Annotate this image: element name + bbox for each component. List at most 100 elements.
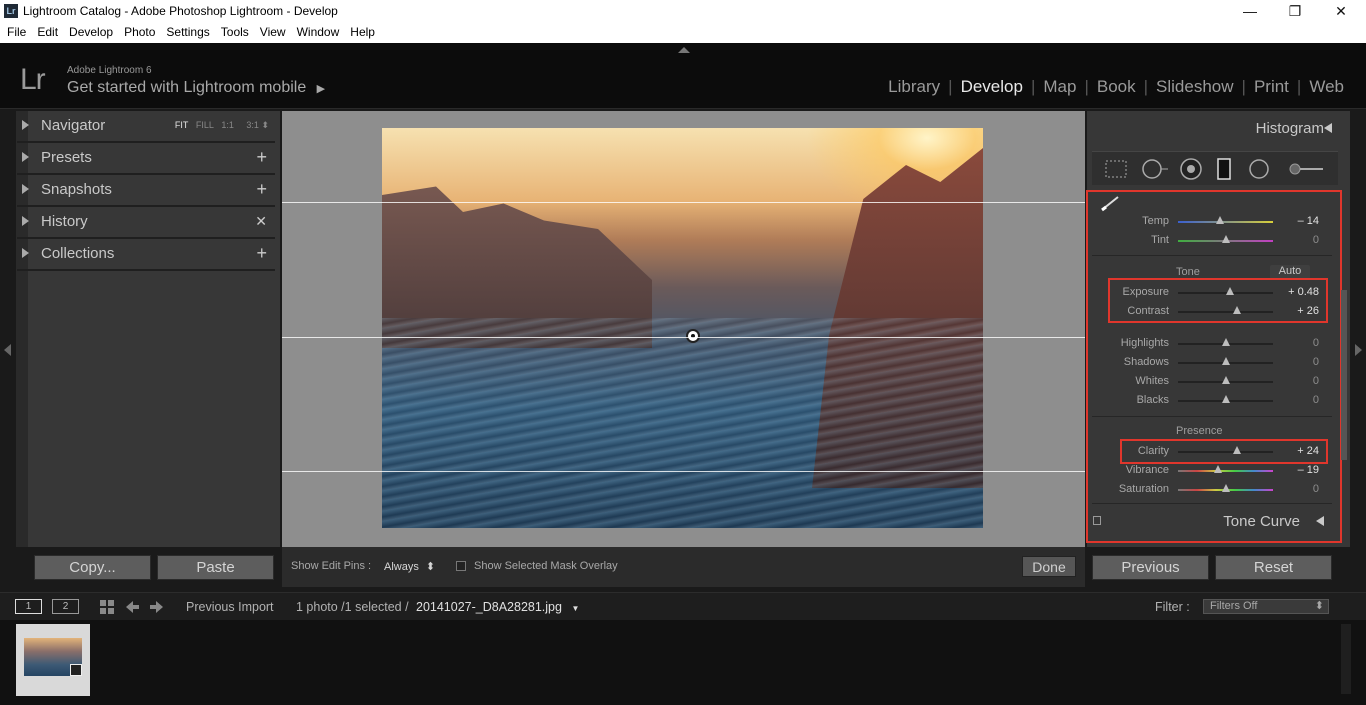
clear-history-icon[interactable]: ✕ bbox=[255, 213, 267, 230]
show-edit-pins-select[interactable]: Always ⬍ bbox=[384, 560, 435, 573]
copy-settings-button[interactable]: Copy... bbox=[34, 555, 151, 580]
add-preset-icon[interactable]: + bbox=[256, 147, 267, 168]
paste-settings-button[interactable]: Paste bbox=[157, 555, 274, 580]
module-slideshow[interactable]: Slideshow bbox=[1148, 77, 1242, 96]
show-edit-pins-label: Show Edit Pins : bbox=[291, 560, 372, 572]
close-button[interactable]: ✕ bbox=[1318, 1, 1364, 23]
zoom-1-1[interactable]: 1:1 bbox=[221, 120, 234, 130]
histogram-collapse-icon[interactable] bbox=[1324, 123, 1332, 133]
zoom-3-1[interactable]: 3:1 bbox=[246, 120, 259, 130]
done-button[interactable]: Done bbox=[1022, 556, 1076, 577]
collections-header[interactable]: Collections + bbox=[17, 239, 275, 271]
snapshots-header[interactable]: Snapshots + bbox=[17, 175, 275, 207]
mask-overlay-label[interactable]: Show Selected Mask Overlay bbox=[474, 560, 618, 572]
crop-overlay-icon[interactable] bbox=[1104, 158, 1128, 180]
module-web[interactable]: Web bbox=[1301, 77, 1352, 96]
title-bar: Lr Lightroom Catalog - Adobe Photoshop L… bbox=[0, 0, 1366, 23]
show-edit-pins-value: Always bbox=[384, 561, 419, 573]
basic-panel-highlight bbox=[1086, 190, 1342, 543]
radial-filter-icon[interactable] bbox=[1247, 158, 1271, 180]
lightroom-app-icon: Lr bbox=[4, 4, 18, 18]
grid-view-icon[interactable] bbox=[99, 599, 115, 615]
disclosure-triangle-icon bbox=[22, 216, 29, 226]
dropdown-arrow-icon: ▼ bbox=[571, 604, 580, 613]
history-label: History bbox=[41, 213, 88, 230]
add-collection-icon[interactable]: + bbox=[256, 243, 267, 264]
collapse-top-panel-icon[interactable] bbox=[678, 47, 690, 53]
navigator-header[interactable]: Navigator FIT FILL 1:1 3:1 ⬍ bbox=[17, 111, 275, 143]
collapse-right-panel-icon[interactable] bbox=[1355, 344, 1362, 356]
module-separator: | bbox=[948, 77, 953, 96]
filter-label: Filter : bbox=[1155, 600, 1190, 614]
filter-stepper-icon: ⬍ bbox=[1314, 600, 1324, 612]
navigator-zoom-options: FIT FILL 1:1 3:1 ⬍ bbox=[175, 120, 269, 131]
menu-help[interactable]: Help bbox=[346, 23, 379, 41]
histogram-title[interactable]: Histogram bbox=[1256, 120, 1324, 137]
menu-photo[interactable]: Photo bbox=[120, 23, 159, 41]
menu-bar: File Edit Develop Photo Settings Tools View Win… bbox=[0, 23, 1366, 43]
photo-venice-canal[interactable] bbox=[382, 128, 983, 528]
forward-arrow-icon[interactable] bbox=[149, 599, 165, 615]
graduated-filter-line-bottom[interactable] bbox=[282, 471, 1085, 472]
module-map[interactable]: Map bbox=[1035, 77, 1084, 96]
module-library[interactable]: Library bbox=[880, 77, 948, 96]
source-label[interactable]: Previous Import bbox=[186, 600, 274, 614]
menu-file[interactable]: File bbox=[3, 23, 30, 41]
collapse-left-panel-icon[interactable] bbox=[4, 344, 11, 356]
menu-develop[interactable]: Develop bbox=[65, 23, 117, 41]
menu-view[interactable]: View bbox=[256, 23, 290, 41]
graduated-filter-pin-icon[interactable] bbox=[686, 329, 700, 343]
menu-window[interactable]: Window bbox=[293, 23, 344, 41]
module-print[interactable]: Print bbox=[1246, 77, 1297, 96]
menu-edit[interactable]: Edit bbox=[33, 23, 62, 41]
filename-menu[interactable]: 20141027-_D8A28281.jpg ▼ bbox=[416, 600, 579, 614]
module-develop[interactable]: Develop bbox=[953, 77, 1031, 96]
disclosure-triangle-icon bbox=[22, 184, 29, 194]
play-arrow-icon: ▶ bbox=[316, 83, 326, 95]
right-panel-scrollbar[interactable] bbox=[1341, 290, 1347, 460]
graduated-filter-icon[interactable] bbox=[1214, 158, 1234, 180]
minimize-button[interactable]: — bbox=[1227, 1, 1273, 23]
history-header[interactable]: History ✕ bbox=[17, 207, 275, 239]
edit-toolbar: Show Edit Pins : Always ⬍ Show Selected … bbox=[282, 547, 1085, 587]
disclosure-triangle-icon bbox=[22, 248, 29, 258]
zoom-fit[interactable]: FIT bbox=[175, 120, 189, 130]
module-header: Lr Adobe Lightroom 6 Get started with Li… bbox=[0, 43, 1366, 109]
snapshots-label: Snapshots bbox=[41, 181, 112, 198]
edited-badge-icon bbox=[70, 664, 82, 676]
filter-select[interactable]: Filters Off ⬍ bbox=[1203, 599, 1329, 614]
restore-button[interactable]: ❐ bbox=[1272, 1, 1318, 23]
mask-overlay-checkbox[interactable] bbox=[456, 561, 466, 571]
lightroom-mobile-label: Get started with Lightroom mobile bbox=[67, 79, 307, 96]
filmstrip-thumbnail-cell[interactable] bbox=[16, 624, 90, 696]
zoom-stepper-icon[interactable]: ⬍ bbox=[261, 120, 269, 130]
menu-tools[interactable]: Tools bbox=[217, 23, 253, 41]
graduated-filter-line-top[interactable] bbox=[282, 202, 1085, 203]
secondary-window-button[interactable]: 2 bbox=[52, 599, 79, 614]
add-snapshot-icon[interactable]: + bbox=[256, 179, 267, 200]
filmstrip-scrollbar[interactable] bbox=[1341, 624, 1351, 694]
product-name: Adobe Lightroom 6 bbox=[67, 65, 152, 76]
main-window-button[interactable]: 1 bbox=[15, 599, 42, 614]
adjustment-brush-icon[interactable] bbox=[1287, 158, 1327, 180]
module-picker: Library | Develop | Map | Book | Slideshow | Print… bbox=[880, 77, 1352, 97]
red-eye-icon[interactable] bbox=[1179, 158, 1203, 180]
filmstrip-bar: 1 2 Previous Import 1 photo /1 selected … bbox=[0, 592, 1366, 620]
presets-header[interactable]: Presets + bbox=[17, 143, 275, 175]
back-arrow-icon[interactable] bbox=[124, 599, 140, 615]
image-canvas[interactable] bbox=[282, 111, 1085, 547]
lightroom-mobile-link[interactable]: Get started with Lightroom mobile ▶ bbox=[67, 79, 325, 97]
graduated-filter-line-center[interactable] bbox=[282, 337, 1085, 338]
photo-water bbox=[382, 318, 983, 528]
tool-strip bbox=[1092, 151, 1338, 185]
lightroom-logo: Lr bbox=[20, 63, 46, 96]
module-book[interactable]: Book bbox=[1089, 77, 1144, 96]
zoom-fill[interactable]: FILL bbox=[196, 120, 214, 130]
photo-count: 1 photo /1 selected / bbox=[296, 600, 409, 614]
menu-settings[interactable]: Settings bbox=[162, 23, 213, 41]
previous-button[interactable]: Previous bbox=[1092, 555, 1209, 580]
reset-button[interactable]: Reset bbox=[1215, 555, 1332, 580]
stepper-icon: ⬍ bbox=[425, 561, 436, 573]
spot-removal-icon[interactable] bbox=[1140, 158, 1170, 180]
filmstrip bbox=[0, 620, 1366, 705]
